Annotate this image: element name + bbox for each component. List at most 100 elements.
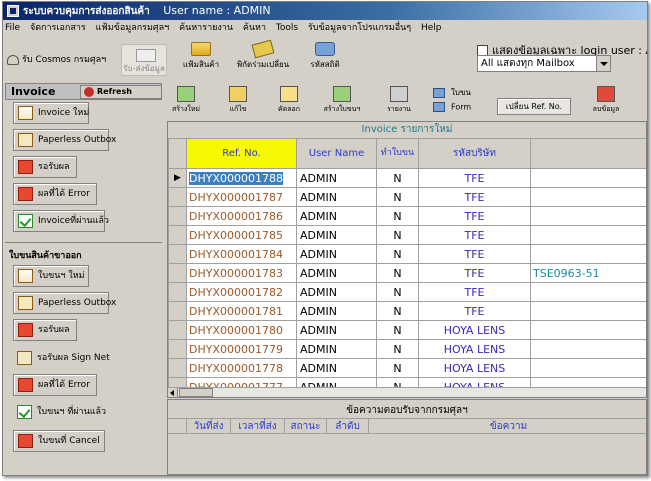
- export-error-button[interactable]: ผลที่ได้ Error: [13, 374, 97, 396]
- ref-cell[interactable]: DHYX000001784: [186, 244, 297, 264]
- menu-tools[interactable]: Tools: [276, 23, 298, 33]
- extra-cell[interactable]: [530, 206, 646, 226]
- row-selector[interactable]: [168, 225, 187, 245]
- row-selector[interactable]: [168, 301, 187, 321]
- bill-flag-cell[interactable]: N: [376, 282, 419, 302]
- extra-cell[interactable]: [530, 187, 646, 207]
- row-selector[interactable]: [168, 282, 187, 302]
- export-new-button[interactable]: ใบขนฯ ใหม่: [13, 265, 89, 287]
- table-row[interactable]: DHYX000001783 ADMIN N TFE TSE0963-51: [168, 263, 646, 283]
- tariff-button[interactable]: พิกัดร่วมเปลี่ยน: [235, 39, 291, 72]
- ref-cell[interactable]: DHYX000001779: [186, 339, 297, 359]
- menu-file[interactable]: File: [5, 23, 20, 33]
- user-cell[interactable]: ADMIN: [296, 225, 377, 245]
- bill-flag-cell[interactable]: N: [376, 301, 419, 321]
- company-cell[interactable]: TFE: [418, 168, 531, 188]
- extra-cell[interactable]: [530, 282, 646, 302]
- company-cell[interactable]: TFE: [418, 263, 531, 283]
- company-cell[interactable]: TFE: [418, 301, 531, 321]
- table-row[interactable]: DHYX000001782 ADMIN N TFE: [168, 282, 646, 302]
- user-cell[interactable]: ADMIN: [296, 339, 377, 359]
- menu-customs-files[interactable]: แฟ้มข้อมูลกรมศุลฯ: [96, 23, 170, 33]
- response-col-status[interactable]: สถานะ: [284, 419, 326, 434]
- company-cell[interactable]: HOYA LENS: [418, 358, 531, 378]
- delete-button[interactable]: ลบข้อมูล: [589, 84, 623, 118]
- create-bill-button[interactable]: สร้างใบขนฯ: [321, 84, 363, 118]
- company-cell[interactable]: HOYA LENS: [418, 339, 531, 359]
- form-option[interactable]: Form: [433, 102, 471, 112]
- row-selector[interactable]: [168, 206, 187, 226]
- company-cell[interactable]: TFE: [418, 187, 531, 207]
- menu-search[interactable]: ค้นหา: [243, 23, 266, 33]
- bill-flag-cell[interactable]: N: [376, 358, 419, 378]
- menu-import[interactable]: รับข้อมูลจากโปรแกรมอื่นๆ: [308, 23, 411, 33]
- extra-cell[interactable]: [530, 358, 646, 378]
- bill-flag-cell[interactable]: N: [376, 225, 419, 245]
- scroll-left-icon[interactable]: [168, 388, 178, 397]
- extra-cell[interactable]: [530, 339, 646, 359]
- ref-cell[interactable]: DHYX000001786: [186, 206, 297, 226]
- table-row[interactable]: DHYX000001778 ADMIN N HOYA LENS: [168, 358, 646, 378]
- user-cell[interactable]: ADMIN: [296, 282, 377, 302]
- user-cell[interactable]: ADMIN: [296, 244, 377, 264]
- export-outbox-button[interactable]: Paperless Outbox: [13, 292, 116, 314]
- row-selector[interactable]: [168, 244, 187, 264]
- create-button[interactable]: สร้างใหม่: [171, 84, 201, 118]
- table-row[interactable]: ▶ DHYX000001788 ADMIN N TFE: [168, 168, 646, 188]
- bill-flag-cell[interactable]: N: [376, 244, 419, 264]
- export-pending-button[interactable]: รอรับผล: [13, 319, 77, 341]
- invoice-error-button[interactable]: ผลที่ได้ Error: [13, 183, 97, 205]
- row-selector[interactable]: [168, 339, 187, 359]
- ref-cell[interactable]: DHYX000001785: [186, 225, 297, 245]
- export-cancel-button[interactable]: ใบขนที่ Cancel: [13, 430, 105, 452]
- refresh-button[interactable]: Refresh: [80, 85, 162, 99]
- column-header-ref[interactable]: Ref. No.: [186, 138, 297, 169]
- table-row[interactable]: DHYX000001781 ADMIN N TFE: [168, 301, 646, 321]
- invoice-new-button[interactable]: Invoice ใหม่: [13, 102, 89, 124]
- extra-cell[interactable]: [530, 168, 646, 188]
- chevron-down-icon[interactable]: [596, 56, 610, 71]
- column-header-bill[interactable]: ทำใบขน: [376, 138, 419, 169]
- extra-cell[interactable]: [530, 320, 646, 340]
- response-col-seq[interactable]: ลำดับ: [326, 419, 368, 434]
- menu-help[interactable]: Help: [421, 23, 442, 33]
- ref-cell[interactable]: DHYX000001788: [186, 168, 297, 188]
- user-cell[interactable]: ADMIN: [296, 301, 377, 321]
- ref-cell[interactable]: DHYX000001783: [186, 263, 297, 283]
- company-cell[interactable]: TFE: [418, 282, 531, 302]
- change-ref-button[interactable]: เปลี่ยน Ref. No.: [497, 98, 571, 115]
- ref-cell[interactable]: DHYX000001780: [186, 320, 297, 340]
- bill-flag-cell[interactable]: N: [376, 168, 419, 188]
- company-cell[interactable]: TFE: [418, 244, 531, 264]
- invoice-outbox-button[interactable]: Paperless Outbox: [13, 129, 116, 151]
- scroll-thumb[interactable]: [179, 388, 213, 397]
- table-row[interactable]: DHYX000001780 ADMIN N HOYA LENS: [168, 320, 646, 340]
- row-selector[interactable]: [168, 263, 187, 283]
- cosmos-button[interactable]: รับ Cosmos กรมศุลฯ: [7, 52, 106, 66]
- bill-flag-cell[interactable]: N: [376, 263, 419, 283]
- bill-option[interactable]: ใบขน: [433, 86, 471, 99]
- response-col-message[interactable]: ข้อความ: [368, 419, 646, 434]
- row-selector[interactable]: [168, 320, 187, 340]
- user-cell[interactable]: ADMIN: [296, 206, 377, 226]
- column-header-company[interactable]: รหัสบริษัท: [418, 138, 531, 169]
- statistics-code-button[interactable]: รหัสสถิติ: [305, 42, 345, 72]
- extra-cell[interactable]: TSE0963-51: [530, 263, 646, 283]
- row-selector[interactable]: [168, 358, 187, 378]
- mailbox-select[interactable]: All แสดงทุก Mailbox: [477, 55, 611, 72]
- user-cell[interactable]: ADMIN: [296, 187, 377, 207]
- menu-reports[interactable]: ค้นหารายงาน: [179, 23, 233, 33]
- edit-button[interactable]: แก้ไข: [223, 84, 253, 118]
- extra-cell[interactable]: [530, 225, 646, 245]
- ref-cell[interactable]: DHYX000001781: [186, 301, 297, 321]
- user-cell[interactable]: ADMIN: [296, 320, 377, 340]
- user-cell[interactable]: ADMIN: [296, 263, 377, 283]
- response-col-time[interactable]: เวลาที่ส่ง: [230, 419, 284, 434]
- extra-cell[interactable]: [530, 244, 646, 264]
- row-selector[interactable]: ▶: [168, 168, 187, 188]
- bill-flag-cell[interactable]: N: [376, 320, 419, 340]
- bill-flag-cell[interactable]: N: [376, 187, 419, 207]
- export-signnet-button[interactable]: รอรับผล Sign Net: [13, 348, 110, 370]
- horizontal-scrollbar[interactable]: [168, 387, 646, 397]
- company-cell[interactable]: TFE: [418, 225, 531, 245]
